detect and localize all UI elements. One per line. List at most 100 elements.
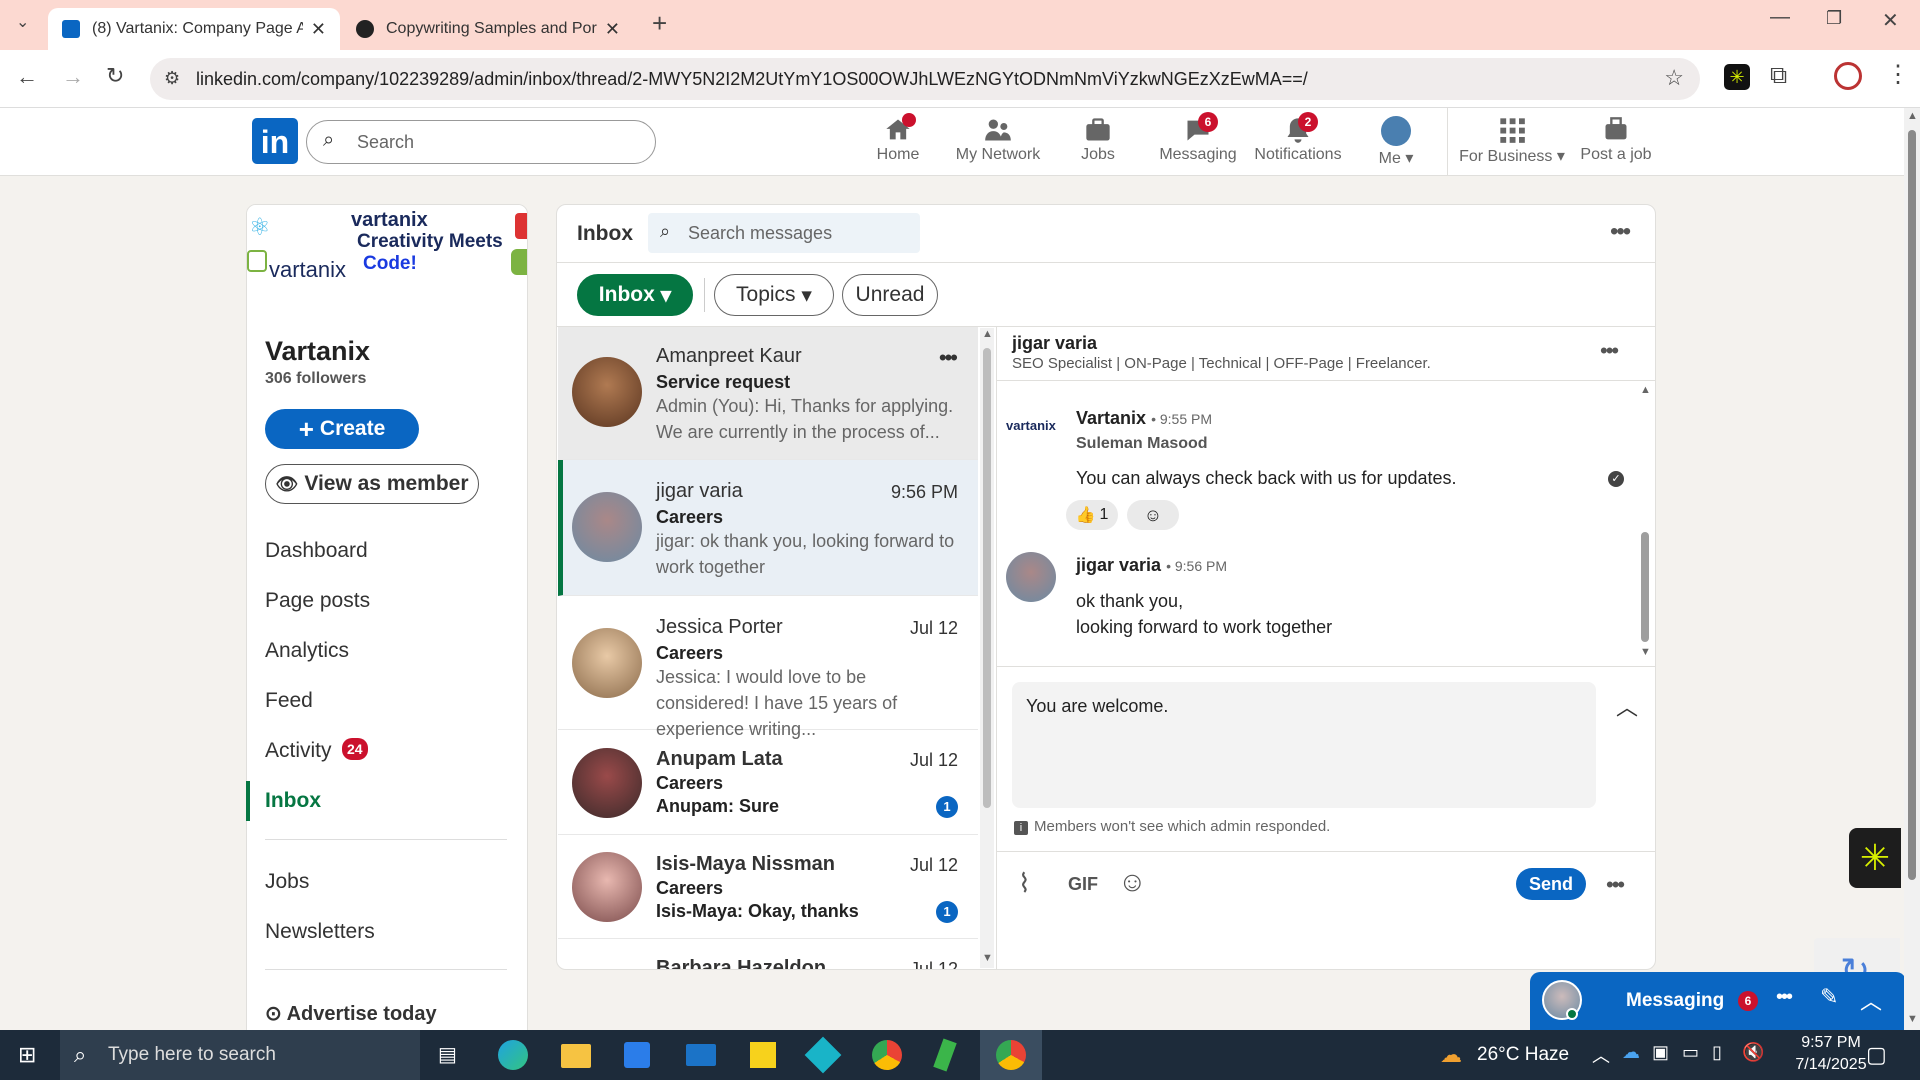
message-search-input[interactable]: ⌕ Search messages [648, 213, 920, 253]
reload-icon[interactable]: ↻ [106, 63, 124, 89]
scrollbar-thumb[interactable] [983, 348, 991, 808]
app-icon[interactable] [804, 1036, 842, 1074]
menu-jobs[interactable]: Jobs [265, 870, 309, 894]
chrome-menu-icon[interactable]: ⋮ [1886, 60, 1910, 89]
app-pen-icon[interactable] [933, 1038, 957, 1072]
nav-post-a-job[interactable]: Post a job [1566, 112, 1666, 164]
bookmark-star-icon[interactable]: ☆ [1664, 65, 1684, 91]
sticky-notes-icon[interactable] [750, 1042, 776, 1068]
nav-jobs[interactable]: Jobs [1048, 112, 1148, 164]
expand-compose-icon[interactable]: ︿ [1616, 690, 1638, 722]
scrollbar-thumb[interactable] [1908, 130, 1916, 880]
message-sender[interactable]: jigar varia [1076, 555, 1161, 575]
message-compose-input[interactable]: You are welcome. [1012, 682, 1596, 808]
onedrive-icon[interactable]: ☁ [1622, 1042, 1640, 1063]
mail-icon[interactable] [686, 1044, 716, 1066]
url-field[interactable]: ⚙ linkedin.com/company/102239289/admin/i… [150, 58, 1700, 100]
conversation-item[interactable]: Amanpreet Kaur Service request Admin (Yo… [558, 327, 978, 460]
gif-button[interactable]: GIF [1068, 874, 1098, 895]
restore-icon[interactable]: ❐ [1826, 8, 1842, 29]
send-button[interactable]: Send [1516, 868, 1586, 900]
more-options-icon[interactable]: ••• [939, 345, 958, 371]
advertise-link[interactable]: ⊙ Advertise today [265, 1001, 437, 1026]
messaging-overlay-bar[interactable]: Messaging 6 ••• ✎ ︿ [1530, 972, 1906, 1030]
extensions-puzzle-icon[interactable]: ⧉ [1770, 62, 1787, 90]
menu-activity[interactable]: Activity [265, 739, 332, 763]
edge-browser-icon[interactable] [498, 1040, 528, 1070]
back-icon[interactable]: ← [16, 64, 38, 90]
scroll-up-icon[interactable]: ▲ [1640, 384, 1651, 396]
network-status-icon[interactable]: ▯ [1712, 1042, 1722, 1063]
unread-filter-button[interactable]: Unread [842, 274, 938, 316]
file-explorer-icon[interactable] [561, 1044, 591, 1068]
forward-icon[interactable]: → [62, 64, 84, 90]
scroll-up-icon[interactable]: ▲ [1907, 110, 1918, 122]
nav-my-network[interactable]: My Network [948, 112, 1048, 164]
floating-extension-icon[interactable]: ✳ [1849, 828, 1901, 888]
scroll-up-icon[interactable]: ▲ [982, 328, 993, 340]
company-name[interactable]: Vartanix [265, 336, 370, 367]
conversation-item[interactable]: Anupam Lata Jul 12 Careers Anupam: Sure … [558, 730, 978, 835]
compose-more-icon[interactable]: ••• [1606, 872, 1625, 898]
close-tab-icon[interactable]: ✕ [605, 19, 620, 40]
inbox-filter-button[interactable]: Inbox ▾ [577, 274, 693, 316]
volume-muted-icon[interactable]: 🔇 [1742, 1042, 1764, 1063]
nav-home[interactable]: Home [848, 112, 948, 164]
scroll-down-icon[interactable]: ▼ [982, 952, 993, 964]
create-button[interactable]: + Create [265, 409, 419, 449]
notification-center-icon[interactable]: ▢ [1866, 1042, 1887, 1068]
active-chrome-taskbar-button[interactable] [980, 1030, 1042, 1080]
close-tab-icon[interactable]: ✕ [311, 19, 326, 40]
conversation-item[interactable]: Barbara Hazeldon Jul 12 [558, 939, 978, 969]
scroll-down-icon[interactable]: ▼ [1907, 1013, 1918, 1025]
thread-more-icon[interactable]: ••• [1600, 338, 1619, 364]
scrollbar-thumb[interactable] [1641, 532, 1649, 642]
global-search-input[interactable]: ⌕ Search [306, 120, 656, 164]
nav-me[interactable]: Me ▾ [1346, 112, 1446, 168]
extension-icon[interactable]: ✳ [1724, 64, 1750, 90]
conversation-item[interactable]: Isis-Maya Nissman Jul 12 Careers Isis-Ma… [558, 835, 978, 939]
chrome-icon[interactable] [872, 1040, 902, 1070]
conversation-item[interactable]: Jessica Porter Jul 12 Careers Jessica: I… [558, 596, 978, 739]
thread-contact-name[interactable]: jigar varia [1012, 333, 1097, 354]
linkedin-logo-icon[interactable]: in [252, 118, 298, 164]
more-options-icon[interactable]: ••• [1610, 218, 1631, 246]
tab-active[interactable]: (8) Vartanix: Company Page Adr ✕ [48, 8, 340, 50]
overlay-more-icon[interactable]: ••• [1776, 986, 1793, 1009]
thread-scrollbar[interactable]: ▲ ▼ [1638, 384, 1652, 664]
microsoft-store-icon[interactable] [624, 1042, 650, 1068]
site-info-icon[interactable]: ⚙ [164, 68, 180, 89]
paperclip-icon[interactable]: ⌇ [1018, 868, 1031, 899]
contact-avatar[interactable] [1006, 552, 1056, 602]
scroll-down-icon[interactable]: ▼ [1640, 646, 1651, 658]
menu-feed[interactable]: Feed [265, 689, 313, 713]
new-tab-icon[interactable]: + [652, 8, 667, 39]
message-sender[interactable]: Vartanix [1076, 408, 1146, 428]
tray-chevron-icon[interactable]: ︿ [1592, 1042, 1610, 1068]
tab-search-icon[interactable]: ⌄ [16, 12, 29, 32]
menu-newsletters[interactable]: Newsletters [265, 920, 375, 944]
task-view-icon[interactable]: ▤ [438, 1042, 457, 1067]
topics-filter-button[interactable]: Topics ▾ [714, 274, 834, 316]
tab-inactive[interactable]: Copywriting Samples and Portf ✕ [342, 8, 634, 50]
menu-analytics[interactable]: Analytics [265, 639, 349, 663]
taskbar-search-box[interactable]: ⌕ Type here to search [60, 1030, 420, 1080]
conversation-item-selected[interactable]: jigar varia 9:56 PM Careers jigar: ok th… [558, 460, 978, 596]
add-reaction-icon[interactable]: ☺ [1127, 500, 1179, 530]
close-window-icon[interactable]: ✕ [1882, 8, 1899, 33]
windows-start-icon[interactable]: ⊞ [18, 1042, 36, 1068]
reaction-like-button[interactable]: 👍 1 [1066, 500, 1118, 530]
menu-page-posts[interactable]: Page posts [265, 589, 370, 613]
view-as-member-button[interactable]: 👁 View as member [265, 464, 479, 504]
chevron-up-icon[interactable]: ︿ [1860, 984, 1882, 1016]
menu-dashboard[interactable]: Dashboard [265, 539, 368, 563]
page-scrollbar[interactable]: ▲ ▼ [1904, 108, 1920, 1030]
compose-icon[interactable]: ✎ [1820, 984, 1838, 1010]
minimize-icon[interactable]: — [1770, 6, 1790, 29]
profile-icon[interactable] [1834, 62, 1862, 90]
conversation-list-scrollbar[interactable]: ▲ ▼ [980, 328, 994, 968]
menu-inbox[interactable]: Inbox [265, 789, 321, 813]
clock-time[interactable]: 9:57 PM [1786, 1034, 1876, 1052]
tray-app-icon[interactable]: ▣ [1652, 1042, 1669, 1063]
weather-icon[interactable]: ☁ [1440, 1042, 1462, 1068]
